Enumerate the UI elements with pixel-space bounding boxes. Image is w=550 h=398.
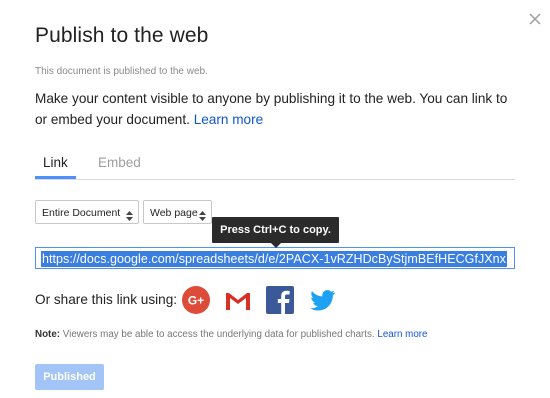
published-button[interactable]: Published bbox=[35, 364, 104, 390]
tab-link[interactable]: Link bbox=[43, 155, 68, 170]
close-icon[interactable] bbox=[526, 10, 544, 28]
copy-tooltip-arrow bbox=[271, 243, 281, 248]
select-arrows-icon bbox=[126, 207, 133, 221]
note-learn-more-link[interactable]: Learn more bbox=[377, 329, 427, 340]
select-arrows-icon bbox=[199, 207, 206, 221]
note-text: Viewers may be able to access the underl… bbox=[62, 329, 375, 340]
tab-embed[interactable]: Embed bbox=[98, 155, 141, 170]
document-scope-select[interactable]: Entire Document bbox=[35, 200, 139, 224]
data-access-note: Note: Viewers may be able to access the … bbox=[35, 329, 428, 340]
publish-format-select[interactable]: Web page bbox=[143, 200, 212, 224]
twitter-icon[interactable] bbox=[307, 285, 337, 315]
share-row: Or share this link using: G+ bbox=[35, 285, 515, 315]
active-tab-indicator bbox=[35, 176, 76, 179]
published-link-field[interactable]: https://docs.google.com/spreadsheets/d/e… bbox=[35, 247, 515, 269]
svg-text:G+: G+ bbox=[188, 294, 204, 308]
dialog-description: Make your content visible to anyone by p… bbox=[35, 88, 515, 130]
gmail-icon[interactable] bbox=[223, 285, 253, 315]
published-status-text: This document is published to the web. bbox=[35, 66, 208, 77]
publish-dialog: Publish to the web This document is publ… bbox=[0, 0, 550, 398]
copy-tooltip: Press Ctrl+C to copy. bbox=[212, 217, 339, 243]
description-text: Make your content visible to anyone by p… bbox=[35, 91, 508, 127]
tab-bar: Link Embed bbox=[35, 152, 515, 180]
learn-more-link[interactable]: Learn more bbox=[194, 112, 264, 127]
dialog-title: Publish to the web bbox=[35, 24, 209, 47]
document-scope-value: Entire Document bbox=[42, 207, 121, 219]
published-link-url: https://docs.google.com/spreadsheets/d/e… bbox=[41, 251, 507, 267]
share-label: Or share this link using: bbox=[35, 292, 178, 307]
google-plus-icon[interactable]: G+ bbox=[181, 285, 211, 315]
note-label: Note: bbox=[35, 329, 61, 340]
publish-format-value: Web page bbox=[150, 207, 198, 219]
facebook-icon[interactable] bbox=[265, 285, 295, 315]
